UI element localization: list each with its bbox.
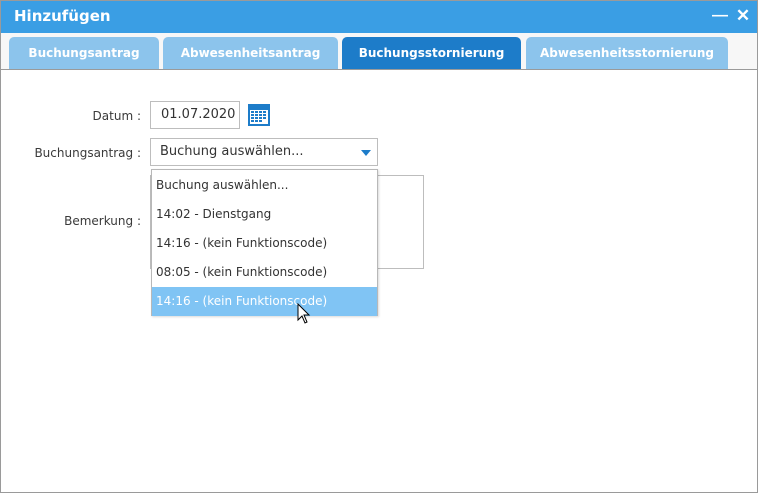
select-value: Buchung auswählen... — [160, 144, 304, 159]
dropdown-option[interactable]: Buchung auswählen... — [152, 171, 377, 200]
tab-buchungsantrag[interactable]: Buchungsantrag — [9, 37, 159, 69]
tab-abwesenheitsantrag[interactable]: Abwesenheitsantrag — [163, 37, 338, 69]
tab-bar: Buchungsantrag Abwesenheitsantrag Buchun… — [1, 33, 757, 70]
tab-abwesenheitsstornierung[interactable]: Abwesenheitsstornierung — [526, 37, 728, 69]
calendar-icon[interactable] — [247, 103, 271, 127]
dropdown-option[interactable]: 14:16 - (kein Funktionscode) — [152, 229, 377, 258]
buchungsantrag-label: Buchungsantrag : — [34, 146, 141, 160]
dialog-window: Hinzufügen — ✕ Buchungsantrag Abwesenhei… — [0, 0, 758, 493]
dropdown-option-highlighted[interactable]: 14:16 - (kein Funktionscode) — [152, 287, 377, 316]
tab-buchungsstornierung[interactable]: Buchungsstornierung — [342, 37, 521, 69]
bemerkung-label: Bemerkung : — [64, 214, 141, 228]
title-bar: Hinzufügen — ✕ — [1, 1, 757, 33]
dropdown-option[interactable]: 08:05 - (kein Funktionscode) — [152, 258, 377, 287]
datum-label: Datum : — [92, 109, 141, 123]
window-title: Hinzufügen — [14, 7, 111, 25]
datum-input[interactable]: 01.07.2020 — [150, 101, 240, 129]
mouse-pointer-icon — [297, 302, 311, 325]
chevron-down-icon — [361, 150, 371, 156]
close-button[interactable]: ✕ — [733, 5, 753, 27]
minimize-button[interactable]: — — [710, 5, 730, 27]
buchungsantrag-dropdown-list: Buchung auswählen... 14:02 - Dienstgang … — [151, 169, 378, 316]
dropdown-option[interactable]: 14:02 - Dienstgang — [152, 200, 377, 229]
buchungsantrag-select[interactable]: Buchung auswählen... — [150, 138, 378, 166]
